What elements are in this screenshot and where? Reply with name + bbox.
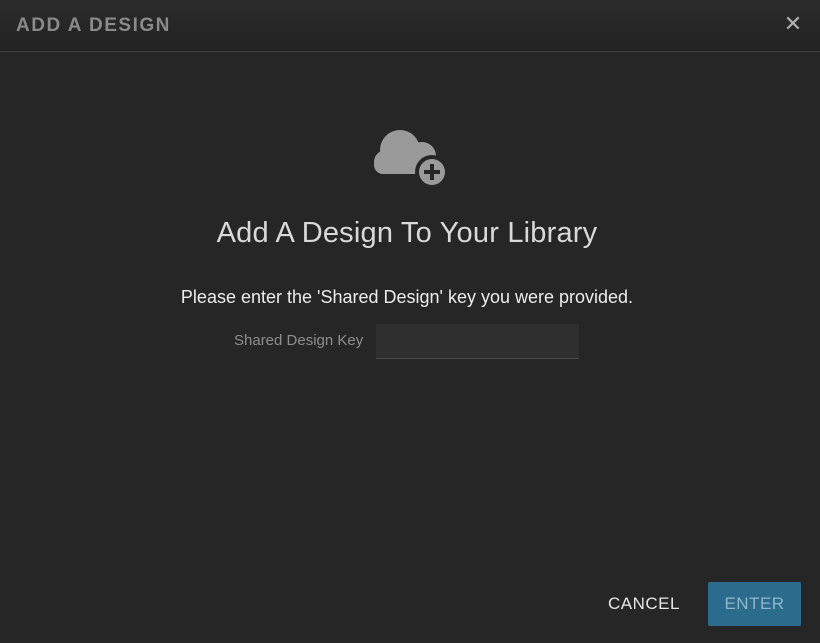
dialog-titlebar: ADD A DESIGN ✕ [0, 0, 820, 52]
cancel-button[interactable]: CANCEL [596, 582, 692, 626]
cloud-plus-icon [374, 130, 449, 189]
enter-button[interactable]: ENTER [708, 582, 801, 626]
dialog-heading: Add A Design To Your Library [216, 217, 598, 249]
shared-design-key-label: Shared Design Key [234, 332, 364, 349]
dialog-title: ADD A DESIGN [16, 15, 171, 36]
dialog-body: Add A Design To Your Library Please ente… [0, 53, 820, 643]
shared-design-key-input[interactable] [376, 324, 579, 359]
instruction-text: Please enter the 'Shared Design' key you… [180, 287, 634, 307]
add-design-dialog: ADD A DESIGN ✕ Add A Design To Your Libr… [0, 0, 820, 643]
close-icon[interactable]: ✕ [782, 11, 804, 37]
